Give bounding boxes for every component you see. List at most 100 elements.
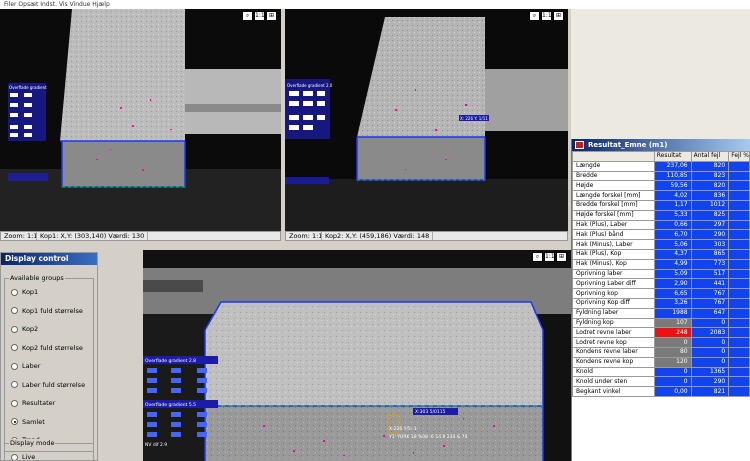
error-count: 517	[690, 268, 730, 280]
camera-image-kop2: Overflade gradient 2.0 X: 226 Y: 1/11	[285, 9, 568, 231]
error-count: 0	[690, 346, 730, 358]
error-percent	[728, 209, 750, 221]
error-percent	[728, 248, 750, 260]
overlay-coords: X: 226 Y: 1/11	[460, 116, 488, 121]
table-row[interactable]: Lodret revne kop 0 0	[572, 337, 750, 348]
error-percent	[728, 288, 750, 299]
radio-button-icon[interactable]	[11, 307, 18, 315]
table-row[interactable]: Fyldning kop 107 0	[572, 317, 750, 329]
groups-box: Available groups Kop1 Kop1 fuld størrelse…	[4, 274, 94, 452]
group-option-label: Samlet	[22, 417, 45, 426]
group-option-2[interactable]: Kop2	[5, 320, 93, 339]
table-row[interactable]: Kondens revne kop 120 0	[572, 356, 750, 368]
group-option-6[interactable]: Resultater	[5, 394, 93, 413]
error-percent	[728, 386, 750, 397]
row-label: Længde	[572, 160, 655, 172]
group-option-label: Kop1	[22, 288, 39, 297]
radio-button-icon[interactable]	[11, 381, 18, 389]
result-value: 107	[653, 317, 692, 329]
table-row[interactable]: Lodret revne laber 248 2083	[572, 327, 750, 339]
column-header[interactable]: Antal fejl	[690, 151, 730, 162]
overlay-label: Overflade gradient 2.0	[287, 83, 333, 88]
menu-bar[interactable]: Filer Opsæt Indst. Vis Vindue Hjælp	[0, 0, 750, 9]
camera-view-kop2[interactable]: Overflade gradient 2.0 X: 226 Y: 1/11 ⌕ …	[285, 9, 568, 231]
result-value: 6,70	[653, 229, 692, 241]
camera-view-kop1[interactable]: Overflade gradient ⌕ 1:1 ⊞	[0, 9, 281, 231]
group-option-4[interactable]: Laber	[5, 357, 93, 376]
cursor-readout: Kop1: X,Y: (303,140) Værdi: 130	[37, 232, 149, 240]
radio-button-icon[interactable]	[11, 362, 18, 370]
group-option-0[interactable]: Kop1	[5, 283, 93, 302]
table-row[interactable]: Fyldning laber 1988 647	[572, 307, 750, 319]
magnifier-icon[interactable]: ⌕	[532, 252, 543, 262]
table-row[interactable]: Oprivning Laber diff 2,90 441	[572, 278, 750, 290]
pane2-toolbar: ⌕ 1:1 ⊞	[529, 11, 564, 21]
results-title-bar: Resultat_Emne (m1)	[572, 139, 750, 151]
table-row[interactable]: Hak (Minus), Kop 4,99 773	[572, 258, 750, 270]
error-percent	[728, 258, 750, 270]
column-header[interactable]	[572, 151, 655, 162]
table-row[interactable]: Oprivning kop 6,65 767	[572, 288, 750, 299]
mode-option-0[interactable]: Live	[5, 448, 93, 460]
row-label: Længde forskel [mm]	[572, 190, 655, 201]
table-row[interactable]: Kondens revne laber 80 0	[572, 346, 750, 358]
row-label: Hak (Plus), Kop	[572, 248, 655, 260]
error-percent	[728, 199, 750, 211]
error-count: 290	[690, 229, 730, 241]
magnifier-icon[interactable]: ⌕	[529, 11, 540, 21]
zoom-1to1-button[interactable]: 1:1	[541, 11, 552, 21]
error-count: 0	[690, 356, 730, 368]
zoom-label: Zoom: 1:1	[1, 232, 37, 240]
table-row[interactable]: Længde 237,06 820	[572, 160, 750, 172]
error-percent	[728, 376, 750, 388]
result-value: 0	[653, 366, 692, 378]
table-row[interactable]: Bredde forskel [mm] 1,17 1012	[572, 199, 750, 211]
group-option-5[interactable]: Laber fuld størrelse	[5, 376, 93, 395]
table-row[interactable]: Oprivning Kop diff 3,26 767	[572, 297, 750, 309]
group-option-3[interactable]: Kop2 fuld størrelse	[5, 339, 93, 358]
zoom-label: Zoom: 1:1	[286, 232, 322, 240]
fit-icon[interactable]: ⊞	[553, 11, 564, 21]
camera-view-laber[interactable]: Overflade gradient 2.8 Overflade gradien…	[143, 250, 571, 461]
table-row[interactable]: Knold 0 1365	[572, 366, 750, 378]
radio-button-icon[interactable]	[11, 399, 18, 407]
result-value: 3,26	[653, 297, 692, 309]
group-option-label: Kop2 fuld størrelse	[22, 343, 83, 352]
radio-button-icon[interactable]	[11, 325, 18, 333]
group-option-7[interactable]: Samlet	[5, 413, 93, 432]
column-header[interactable]: Fejl %	[728, 151, 750, 162]
error-count: 820	[690, 180, 730, 192]
radio-button-icon[interactable]	[11, 344, 18, 352]
table-row[interactable]: Oprivning laber 5,09 517	[572, 268, 750, 280]
fit-icon[interactable]: ⊞	[556, 252, 567, 262]
mode-label: Display mode	[9, 439, 56, 447]
table-row[interactable]: Bredde 110,85 823	[572, 170, 750, 182]
overlay-label: X:226 Y/5:-1	[389, 426, 417, 432]
table-row[interactable]: Knold under sten 0 290	[572, 376, 750, 388]
overlay-label: Y1' YORK 18 %08 -6 14 8 234 & 74	[388, 434, 468, 440]
table-row[interactable]: Hak (Plus), Kop 4,37 865	[572, 248, 750, 260]
row-label: Begkant vinkel	[572, 386, 655, 397]
zoom-1to1-button[interactable]: 1:1	[544, 252, 555, 262]
table-row[interactable]: Højde forskel [mm] 5,33 825	[572, 209, 750, 221]
table-row[interactable]: Hak (Plus) bånd 6,70 290	[572, 229, 750, 241]
magnifier-icon[interactable]: ⌕	[242, 11, 253, 21]
radio-button-icon[interactable]	[11, 288, 18, 296]
table-row[interactable]: Hak (Minus), Laber 5,06 303	[572, 239, 750, 250]
radio-button-icon[interactable]	[11, 418, 18, 426]
error-count: 1365	[690, 366, 730, 378]
table-row[interactable]: Højde 59,56 820	[572, 180, 750, 192]
radio-button-icon[interactable]	[11, 453, 18, 460]
empty-area	[571, 9, 750, 139]
column-header[interactable]: Resultat	[653, 151, 692, 162]
table-row[interactable]: Hak (Plus), Laber 0,66 297	[572, 219, 750, 231]
fit-icon[interactable]: ⊞	[266, 11, 277, 21]
zoom-1to1-button[interactable]: 1:1	[254, 11, 265, 21]
row-label: Kondens revne kop	[572, 356, 655, 368]
table-row[interactable]: Længde forskel [mm] 4,02 836	[572, 190, 750, 201]
group-option-1[interactable]: Kop1 fuld størrelse	[5, 302, 93, 321]
row-label: Knold	[572, 366, 655, 378]
table-row[interactable]: Begkant vinkel 0,00 821	[572, 386, 750, 397]
error-count: 836	[690, 190, 730, 201]
error-percent	[728, 278, 750, 290]
